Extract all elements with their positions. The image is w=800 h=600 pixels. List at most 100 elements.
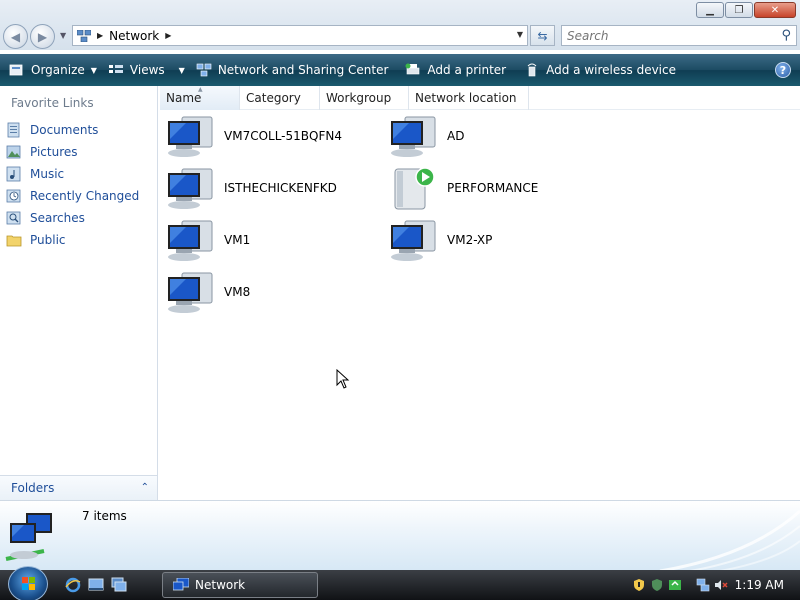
title-bar: ▁ ❐ ✕ <box>0 0 800 22</box>
security-shield-icon[interactable] <box>632 578 646 592</box>
nav-link-documents[interactable]: Documents <box>6 119 139 141</box>
refresh-button[interactable]: ⇆ <box>530 25 555 46</box>
music-icon <box>6 166 21 182</box>
add-wireless-device-button[interactable]: Add a wireless device <box>522 57 678 83</box>
close-button[interactable]: ✕ <box>754 2 796 18</box>
breadcrumb-network[interactable]: Network <box>109 29 159 43</box>
nav-link-label: Public <box>30 233 66 247</box>
nav-link-pictures[interactable]: Pictures <box>6 141 139 163</box>
nav-link-music[interactable]: Music <box>6 163 139 185</box>
nav-link-searches[interactable]: Searches <box>6 207 139 229</box>
search-box[interactable]: ⚲ <box>561 25 797 46</box>
computer-icon <box>168 116 213 157</box>
network-item[interactable]: AD <box>389 112 464 160</box>
taskbar: Network 1:19 AM <box>0 566 800 600</box>
file-list: VM7COLL-51BQFN4 AD ISTHECHICKENFKD PERFO… <box>160 110 800 500</box>
breadcrumb-separator-icon[interactable]: ▶ <box>97 31 103 40</box>
internet-explorer-icon[interactable] <box>64 576 82 594</box>
add-wireless-device-label: Add a wireless device <box>546 63 676 77</box>
item-label: VM8 <box>224 285 251 299</box>
back-arrow-icon: ◀ <box>10 29 21 44</box>
nav-link-recently-changed[interactable]: Recently Changed <box>6 185 139 207</box>
sync-center-icon[interactable] <box>668 578 682 592</box>
favorite-links-list: Documents Pictures Music Recently Change… <box>6 119 139 251</box>
mouse-cursor-icon <box>336 369 350 389</box>
breadcrumb-separator-icon[interactable]: ▶ <box>165 31 171 40</box>
network-sharing-icon <box>196 63 212 77</box>
search-icon[interactable]: ⚲ <box>781 28 791 43</box>
item-label: ISTHECHICKENFKD <box>224 181 337 195</box>
documents-icon <box>7 122 20 138</box>
taskbar-button-network[interactable]: Network <box>162 572 318 598</box>
nav-link-label: Documents <box>30 123 99 137</box>
chevron-down-icon: ▼ <box>90 65 97 75</box>
item-label: VM7COLL-51BQFN4 <box>224 129 342 143</box>
maximize-button[interactable]: ❐ <box>725 2 753 18</box>
network-icon <box>173 578 189 591</box>
network-sharing-label: Network and Sharing Center <box>217 63 389 77</box>
sort-indicator-icon: ▲ <box>198 86 203 93</box>
minimize-button[interactable]: ▁ <box>696 2 724 18</box>
start-button[interactable] <box>8 566 48 600</box>
network-icon <box>5 513 52 561</box>
organize-label: Organize <box>31 63 85 77</box>
help-button[interactable]: ? <box>775 62 791 78</box>
nav-link-label: Music <box>30 167 65 181</box>
forward-button[interactable]: ▶ <box>30 24 55 49</box>
help-icon: ? <box>779 63 787 77</box>
volume-muted-icon[interactable] <box>714 578 728 592</box>
clock[interactable]: 1:19 AM <box>735 578 784 592</box>
views-icon <box>108 65 123 73</box>
item-count: 7 items <box>82 509 127 523</box>
network-sharing-center-button[interactable]: Network and Sharing Center <box>194 57 391 83</box>
column-workgroup[interactable]: Workgroup <box>320 86 409 110</box>
item-label: VM2-XP <box>447 233 493 247</box>
network-item[interactable]: VM1 <box>166 216 250 264</box>
search-input[interactable] <box>567 28 773 43</box>
public-folder-icon <box>6 235 22 247</box>
item-label: PERFORMANCE <box>447 181 539 195</box>
forward-arrow-icon: ▶ <box>37 29 48 44</box>
chevron-down-icon: ▼ <box>178 65 185 75</box>
column-category[interactable]: Category <box>240 86 320 110</box>
show-desktop-icon[interactable] <box>87 576 105 594</box>
add-printer-button[interactable]: Add a printer <box>403 57 508 83</box>
organize-button[interactable]: Organize ▼ <box>7 57 99 83</box>
navigation-pane: Favorite Links Documents Pictures Music <box>0 86 158 500</box>
folders-toggle[interactable]: Folders ⌃ <box>0 475 157 500</box>
address-row: ◀ ▶ ▼ ▶ Network ▶ ▼ ⇆ ⚲ <box>0 22 800 50</box>
defender-icon[interactable] <box>650 578 664 592</box>
windows-logo-icon <box>22 577 35 590</box>
switch-windows-icon[interactable] <box>110 576 128 594</box>
item-label: AD <box>447 129 465 143</box>
back-button[interactable]: ◀ <box>3 24 28 49</box>
recently-changed-icon <box>6 189 21 203</box>
computer-icon <box>391 220 436 261</box>
searches-icon <box>6 211 21 225</box>
column-network-location[interactable]: Network location <box>409 86 529 110</box>
folders-label: Folders <box>11 481 55 495</box>
item-label: VM1 <box>224 233 251 247</box>
address-bar[interactable]: ▶ Network ▶ ▼ <box>72 25 528 46</box>
nav-link-label: Recently Changed <box>30 189 140 203</box>
organize-icon <box>9 64 23 76</box>
refresh-icon: ⇆ <box>537 28 548 43</box>
window-controls: ▁ ❐ ✕ <box>695 2 796 18</box>
network-item[interactable]: VM8 <box>166 268 250 316</box>
network-status-icon[interactable] <box>696 578 710 592</box>
chevron-up-icon: ⌃ <box>140 482 149 493</box>
network-item[interactable]: VM2-XP <box>389 216 492 264</box>
taskbar-button-label: Network <box>195 578 246 592</box>
nav-link-public[interactable]: Public <box>6 229 139 251</box>
network-item[interactable]: VM7COLL-51BQFN4 <box>166 112 342 160</box>
computer-icon <box>168 168 213 209</box>
network-item[interactable]: ISTHECHICKENFKD <box>166 164 337 212</box>
address-dropdown-icon[interactable]: ▼ <box>517 30 523 39</box>
views-button[interactable]: Views ▼ <box>106 57 187 83</box>
recent-pages-dropdown[interactable]: ▼ <box>60 31 66 40</box>
computer-icon <box>391 116 436 157</box>
network-item[interactable]: PERFORMANCE <box>389 164 538 212</box>
add-printer-label: Add a printer <box>427 63 507 77</box>
favorite-links-heading: Favorite Links <box>11 96 94 110</box>
column-header: Name Category Workgroup Network location <box>160 86 800 110</box>
